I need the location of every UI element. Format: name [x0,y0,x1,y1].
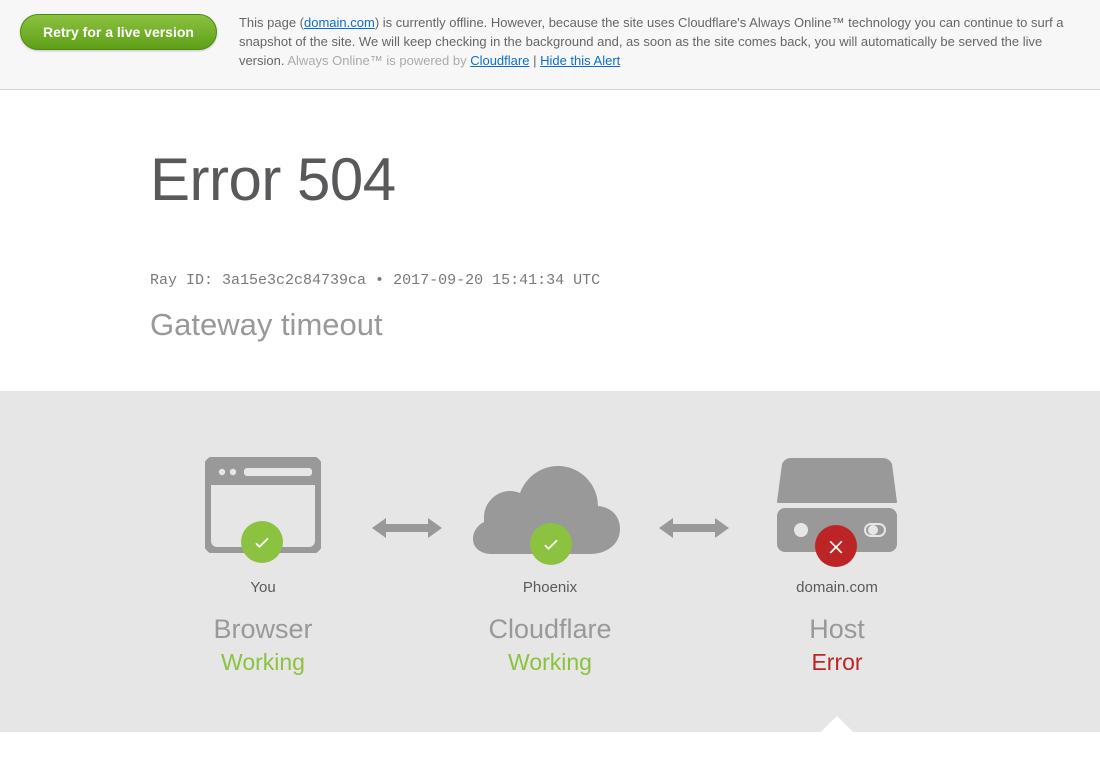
error-main: Error 504 Ray ID: 3a15e3c2c84739ca • 201… [0,90,1100,343]
always-online-alert: Retry for a live version This page (doma… [0,0,1100,90]
error-icon [815,525,857,567]
alert-text: This page (domain.com) is currently offl… [239,14,1080,71]
arrow-icon [371,515,443,541]
cloud-icon [473,451,628,559]
diag-browser: You Browser Working [156,451,371,676]
datacenter-label: Phoenix [523,579,577,596]
alert-prefix: This page ( [239,15,304,30]
alert-sep: | [529,53,540,68]
cloudflare-status: Working [508,649,592,676]
diagnostic-row: You Browser Working Phoenix Cloudflare W… [0,451,1100,676]
error-subtitle: Gateway timeout [150,307,950,343]
check-icon [530,523,572,565]
arrow-icon [658,515,730,541]
error-title: Error 504 [150,145,950,214]
diag-host: domain.com Host Error [730,451,945,676]
host-domain-label: domain.com [796,579,878,596]
browser-label: Browser [213,614,312,645]
ray-sep: • [366,272,393,289]
hide-alert-link[interactable]: Hide this Alert [540,53,620,68]
you-label: You [250,579,275,596]
diag-cloudflare: Phoenix Cloudflare Working [443,451,658,676]
ray-label: Ray ID: [150,272,222,289]
domain-link[interactable]: domain.com [304,15,375,30]
ray-id: 3a15e3c2c84739ca [222,272,366,289]
host-label: Host [809,614,865,645]
cloudflare-link[interactable]: Cloudflare [470,53,529,68]
cloudflare-label: Cloudflare [488,614,611,645]
timestamp: 2017-09-20 15:41:34 UTC [393,272,600,289]
check-icon [241,521,283,563]
host-status: Error [811,649,862,676]
browser-status: Working [221,649,305,676]
powered-by-text: Always Online™ is powered by [287,53,470,68]
ray-id-line: Ray ID: 3a15e3c2c84739ca • 2017-09-20 15… [150,272,950,289]
diagnostic-band: You Browser Working Phoenix Cloudflare W… [0,391,1100,732]
browser-icon [205,451,321,559]
retry-button[interactable]: Retry for a live version [20,14,217,50]
server-icon [777,451,897,559]
